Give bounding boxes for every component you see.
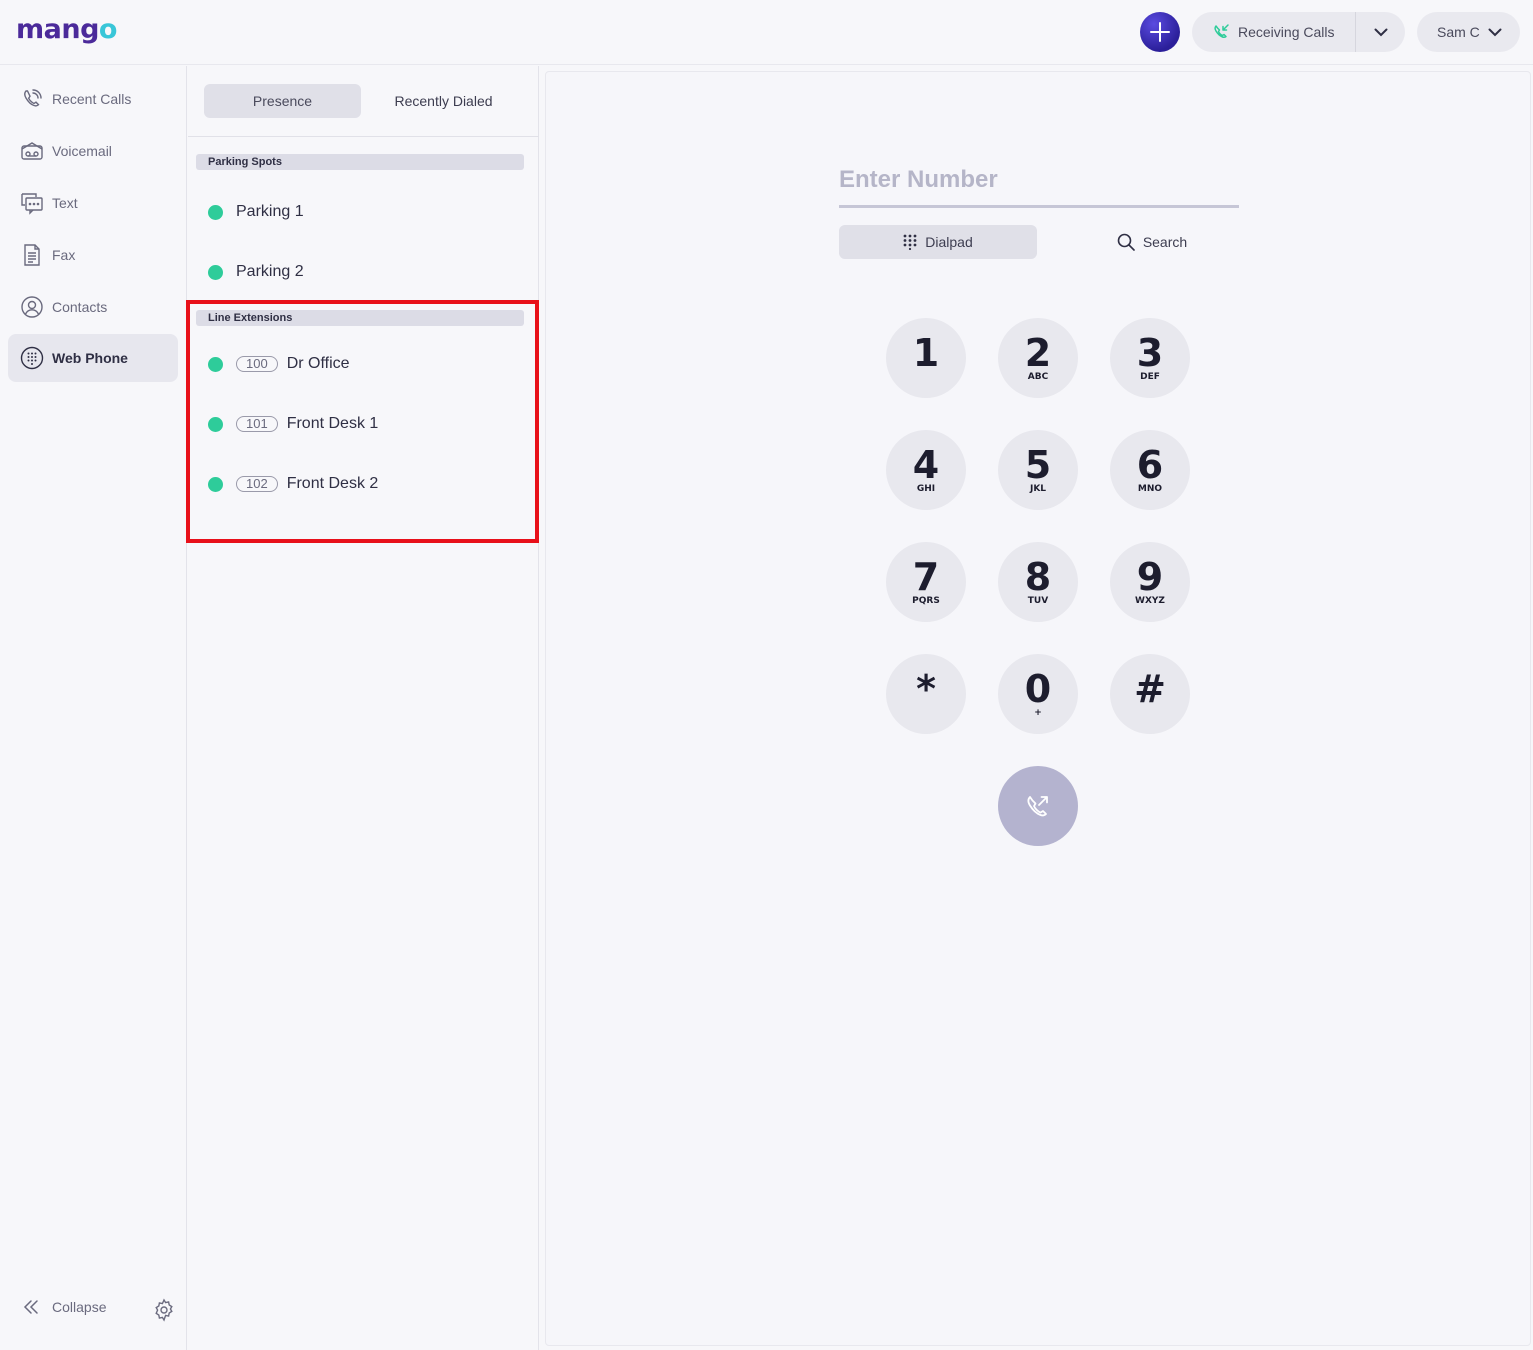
sidebar-item-text[interactable]: Text: [8, 179, 178, 227]
key-star[interactable]: *: [886, 654, 966, 734]
dialpad-icon: [903, 234, 917, 250]
list-item[interactable]: Parking 1: [208, 200, 304, 224]
panel-tabs: Presence Recently Dialed: [188, 66, 539, 137]
chevron-down-icon: [1488, 28, 1502, 36]
call-button[interactable]: [998, 766, 1078, 846]
key-3[interactable]: 3 DEF: [1110, 318, 1190, 398]
sidebar-item-voicemail[interactable]: Voicemail: [8, 127, 178, 175]
chevron-down-icon: [1374, 28, 1387, 36]
parking-spots-header: Parking Spots: [196, 154, 524, 170]
sidebar-item-recent-calls[interactable]: Recent Calls: [8, 75, 178, 123]
user-name: Sam C: [1437, 24, 1480, 40]
status-dot: [208, 476, 223, 492]
key-hash[interactable]: #: [1110, 654, 1190, 734]
fax-icon: [24, 244, 40, 266]
plus-icon: [1150, 22, 1170, 42]
status-label: Receiving Calls: [1238, 24, 1335, 40]
tab-recently-dialed[interactable]: Recently Dialed: [365, 84, 522, 118]
double-chevron-left-icon: [23, 1300, 38, 1314]
line-extensions-header: Line Extensions: [196, 310, 524, 326]
key-9[interactable]: 9 WXYZ: [1110, 542, 1190, 622]
key-2[interactable]: 2 ABC: [998, 318, 1078, 398]
contacts-icon: [21, 296, 43, 318]
key-8[interactable]: 8 TUV: [998, 542, 1078, 622]
status-dot: [208, 264, 223, 280]
key-1[interactable]: 1: [886, 318, 966, 398]
key-5[interactable]: 5 JKL: [998, 430, 1078, 510]
user-menu-button[interactable]: Sam C: [1417, 12, 1520, 52]
voicemail-icon: [21, 142, 43, 160]
sidebar-item-fax[interactable]: Fax: [8, 231, 178, 279]
presence-panel: Presence Recently Dialed Parking Spots P…: [188, 66, 539, 1350]
status-dot: [208, 416, 223, 432]
list-item[interactable]: 102 Front Desk 2: [208, 472, 378, 496]
text-message-icon: [21, 193, 43, 215]
sidebar: Recent Calls Voicemail Text Fax Contacts: [0, 66, 187, 1350]
list-item[interactable]: 101 Front Desk 1: [208, 412, 378, 436]
new-action-button[interactable]: [1140, 12, 1180, 52]
extension-badge: 102: [236, 476, 278, 492]
extension-badge: 100: [236, 356, 278, 372]
app-header: mango Receiving Calls Sam C: [0, 0, 1533, 65]
sidebar-item-contacts[interactable]: Contacts: [8, 283, 178, 331]
list-item[interactable]: 100 Dr Office: [208, 352, 350, 376]
dialer-panel: Dialpad Search 1 2ABC 3DEF 4GHI 5JKL 6MN…: [545, 71, 1531, 1346]
key-6[interactable]: 6 MNO: [1110, 430, 1190, 510]
status-dropdown-button[interactable]: [1356, 12, 1405, 52]
status-dot: [208, 204, 223, 220]
receiving-calls-button[interactable]: Receiving Calls: [1192, 12, 1356, 52]
dialpad-icon: [20, 346, 44, 370]
key-0[interactable]: 0 +: [998, 654, 1078, 734]
outgoing-call-icon: [1027, 796, 1048, 817]
gear-icon: [155, 1298, 173, 1322]
search-mode-button[interactable]: Search: [1053, 225, 1251, 259]
mango-logo[interactable]: mango: [16, 14, 117, 45]
search-icon: [1117, 233, 1135, 251]
call-status-control: Receiving Calls: [1192, 12, 1405, 52]
collapse-button[interactable]: Collapse: [22, 1298, 106, 1316]
incoming-call-icon: [1214, 24, 1229, 39]
extension-badge: 101: [236, 416, 278, 432]
number-input[interactable]: [839, 154, 1239, 208]
settings-button[interactable]: [152, 1298, 176, 1327]
key-7[interactable]: 7 PQRS: [886, 542, 966, 622]
tab-presence[interactable]: Presence: [204, 84, 361, 118]
sidebar-item-web-phone[interactable]: Web Phone: [8, 334, 178, 382]
key-4[interactable]: 4 GHI: [886, 430, 966, 510]
list-item[interactable]: Parking 2: [208, 260, 304, 284]
dialpad-mode-button[interactable]: Dialpad: [839, 225, 1037, 259]
status-dot: [208, 356, 223, 372]
recent-calls-icon: [23, 89, 42, 107]
